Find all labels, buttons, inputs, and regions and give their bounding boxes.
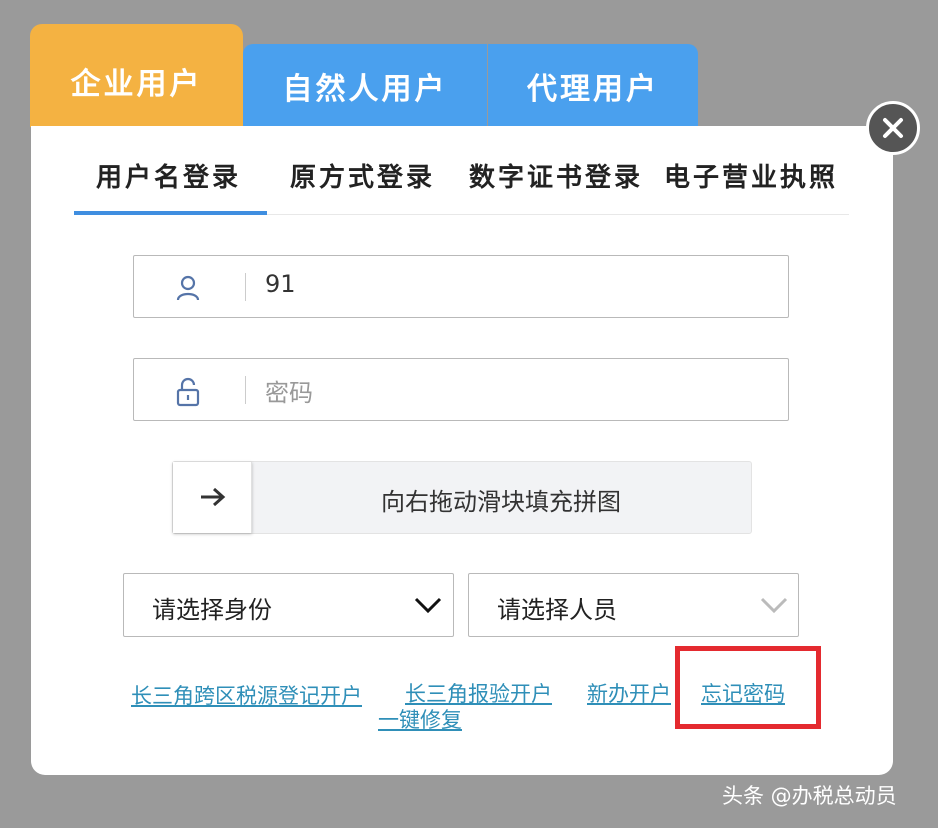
highlight-box [675,646,821,729]
slider-label: 向右拖动滑块填充拼图 [381,488,621,516]
active-tab-indicator [74,211,267,215]
identity-select[interactable]: 请选择身份 [123,573,454,637]
tab-original-login[interactable]: 原方式登录 [290,157,435,194]
username-value: 91 [265,270,296,298]
tab-agent-user[interactable]: 代理用户 [488,44,698,127]
field-separator [245,273,246,301]
lock-icon [176,377,200,407]
close-button[interactable] [866,101,920,155]
person-select-label: 请选择人员 [497,596,617,624]
slider-handle[interactable] [173,462,252,533]
password-placeholder: 密码 [265,379,313,407]
tab-enterprise-user-label: 企业用户 [70,67,203,102]
username-field[interactable]: 91 [133,255,789,318]
tab-natural-person-user[interactable]: 自然人用户 [243,44,487,127]
password-field[interactable]: 密码 [133,358,789,421]
person-select[interactable]: 请选择人员 [468,573,799,637]
identity-select-label: 请选择身份 [152,596,272,624]
close-icon [883,118,903,138]
arrow-right-icon [201,487,226,507]
tab-username-login[interactable]: 用户名登录 [96,157,241,194]
tab-business-license[interactable]: 电子营业执照 [664,157,838,194]
tab-enterprise-user[interactable]: 企业用户 [30,24,243,127]
link-new-account[interactable]: 新办开户 [587,678,671,708]
tab-certificate-login[interactable]: 数字证书登录 [469,157,643,194]
chevron-down-icon [760,597,788,614]
link-one-click-repair[interactable]: 一键修复 [378,704,462,734]
watermark: 头条 @办税总动员 [722,784,897,808]
chevron-down-icon [414,597,442,614]
tab-agent-user-label: 代理用户 [527,72,659,107]
field-separator [245,376,246,404]
tab-natural-person-user-label: 自然人用户 [282,72,448,107]
slider-captcha: 向右拖动滑块填充拼图 [172,461,752,534]
user-icon [176,275,200,301]
link-yrd-cross-region-tax-registration[interactable]: 长三角跨区税源登记开户 [131,680,362,710]
